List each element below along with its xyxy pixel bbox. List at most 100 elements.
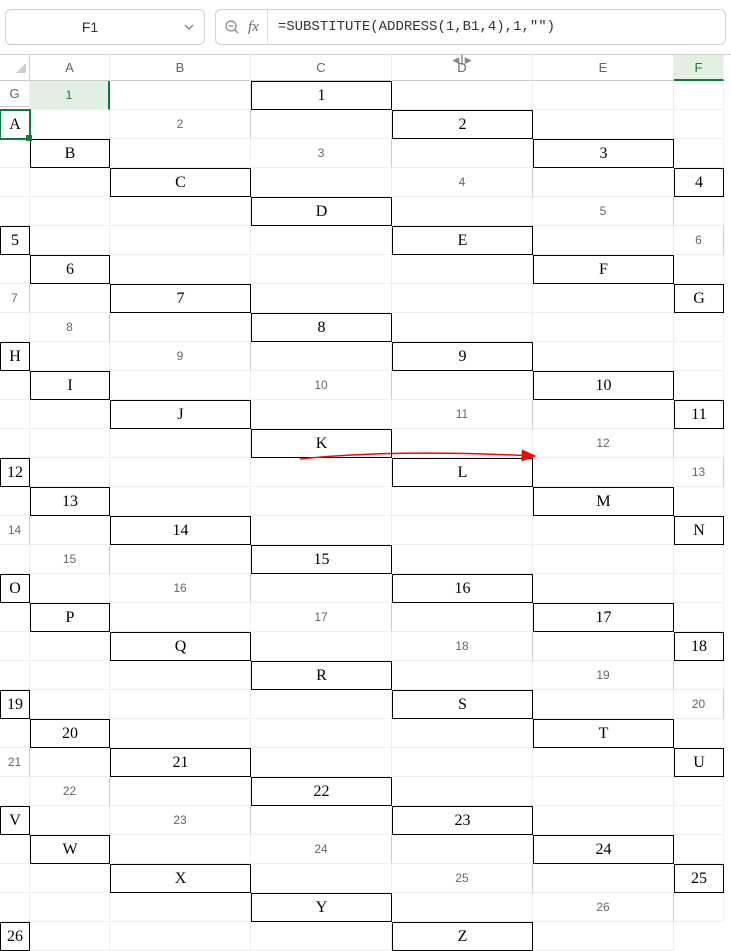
cell-D22[interactable] bbox=[533, 777, 674, 806]
column-header-C[interactable]: C bbox=[251, 55, 392, 81]
cell-D10[interactable] bbox=[0, 400, 30, 429]
cell-B25[interactable]: 25 bbox=[674, 864, 724, 893]
row-header-20[interactable]: 20 bbox=[674, 690, 724, 719]
cell-G13[interactable] bbox=[674, 487, 724, 516]
row-header-6[interactable]: 6 bbox=[674, 226, 724, 255]
cell-D7[interactable] bbox=[392, 284, 533, 313]
cell-A23[interactable] bbox=[251, 806, 392, 835]
cell-F9[interactable]: I bbox=[30, 371, 110, 400]
cell-C25[interactable] bbox=[0, 893, 30, 922]
cell-F20[interactable]: T bbox=[533, 719, 674, 748]
select-all-corner[interactable] bbox=[0, 55, 30, 81]
cell-C17[interactable] bbox=[674, 603, 724, 632]
cell-F2[interactable]: B bbox=[30, 139, 110, 168]
row-header-25[interactable]: 25 bbox=[392, 864, 533, 893]
cell-E8[interactable] bbox=[674, 313, 724, 342]
cell-D26[interactable] bbox=[110, 922, 251, 951]
cell-F4[interactable]: D bbox=[251, 197, 392, 226]
cell-D24[interactable] bbox=[0, 864, 30, 893]
cell-B16[interactable]: 16 bbox=[392, 574, 533, 603]
cell-B26[interactable]: 26 bbox=[0, 922, 30, 951]
row-header-7[interactable]: 7 bbox=[0, 284, 30, 313]
cell-B22[interactable]: 22 bbox=[251, 777, 392, 806]
cell-C18[interactable] bbox=[0, 661, 30, 690]
cell-B10[interactable]: 10 bbox=[533, 371, 674, 400]
cell-C16[interactable] bbox=[533, 574, 674, 603]
cell-B18[interactable]: 18 bbox=[674, 632, 724, 661]
cell-G16[interactable] bbox=[110, 603, 251, 632]
cell-E18[interactable] bbox=[110, 661, 251, 690]
cell-B19[interactable]: 19 bbox=[0, 690, 30, 719]
cell-B5[interactable]: 5 bbox=[0, 226, 30, 255]
cell-A11[interactable] bbox=[533, 400, 674, 429]
cell-F19[interactable]: S bbox=[392, 690, 533, 719]
cell-F15[interactable]: O bbox=[0, 574, 30, 603]
cell-D6[interactable] bbox=[251, 255, 392, 284]
cell-G17[interactable] bbox=[251, 632, 392, 661]
cell-G10[interactable] bbox=[251, 400, 392, 429]
cell-F6[interactable]: F bbox=[533, 255, 674, 284]
cell-F22[interactable]: V bbox=[0, 806, 30, 835]
cell-E20[interactable] bbox=[392, 719, 533, 748]
column-header-E[interactable]: E bbox=[533, 55, 674, 81]
cell-D23[interactable] bbox=[674, 806, 724, 835]
cell-C12[interactable] bbox=[30, 458, 110, 487]
cell-E26[interactable] bbox=[251, 922, 392, 951]
cell-A20[interactable] bbox=[0, 719, 30, 748]
cell-D21[interactable] bbox=[392, 748, 533, 777]
cell-G18[interactable] bbox=[392, 661, 533, 690]
cell-F18[interactable]: R bbox=[251, 661, 392, 690]
cell-E11[interactable] bbox=[110, 429, 251, 458]
cell-C14[interactable] bbox=[251, 516, 392, 545]
cell-C4[interactable] bbox=[0, 197, 30, 226]
cell-G9[interactable] bbox=[110, 371, 251, 400]
cell-E1[interactable] bbox=[674, 81, 724, 110]
cell-E21[interactable] bbox=[533, 748, 674, 777]
cell-A9[interactable] bbox=[251, 342, 392, 371]
cell-E14[interactable] bbox=[533, 516, 674, 545]
cell-D14[interactable] bbox=[392, 516, 533, 545]
cell-F26[interactable]: Z bbox=[392, 922, 533, 951]
row-header-16[interactable]: 16 bbox=[110, 574, 251, 603]
cell-D1[interactable] bbox=[533, 81, 674, 110]
row-header-3[interactable]: 3 bbox=[251, 139, 392, 168]
cell-D11[interactable] bbox=[30, 429, 110, 458]
cell-E17[interactable] bbox=[30, 632, 110, 661]
row-header-14[interactable]: 14 bbox=[0, 516, 30, 545]
cell-C8[interactable] bbox=[392, 313, 533, 342]
cell-E7[interactable] bbox=[533, 284, 674, 313]
cell-F16[interactable]: P bbox=[30, 603, 110, 632]
row-header-23[interactable]: 23 bbox=[110, 806, 251, 835]
cell-A19[interactable] bbox=[674, 661, 724, 690]
cell-F14[interactable]: N bbox=[674, 516, 724, 545]
cell-C6[interactable] bbox=[110, 255, 251, 284]
cell-F5[interactable]: E bbox=[392, 226, 533, 255]
cell-A8[interactable] bbox=[110, 313, 251, 342]
row-header-9[interactable]: 9 bbox=[110, 342, 251, 371]
cell-A13[interactable] bbox=[0, 487, 30, 516]
cell-C15[interactable] bbox=[392, 545, 533, 574]
cell-A25[interactable] bbox=[533, 864, 674, 893]
cell-G23[interactable] bbox=[110, 835, 251, 864]
cell-C22[interactable] bbox=[392, 777, 533, 806]
row-header-13[interactable]: 13 bbox=[674, 458, 724, 487]
cell-F7[interactable]: G bbox=[674, 284, 724, 313]
fx-icon[interactable]: fx bbox=[248, 19, 259, 36]
row-header-2[interactable]: 2 bbox=[110, 110, 251, 139]
cell-B21[interactable]: 21 bbox=[110, 748, 251, 777]
cell-A7[interactable] bbox=[30, 284, 110, 313]
row-header-1[interactable]: 1 bbox=[30, 81, 110, 110]
row-header-10[interactable]: 10 bbox=[251, 371, 392, 400]
cell-F21[interactable]: U bbox=[674, 748, 724, 777]
cell-C5[interactable] bbox=[30, 226, 110, 255]
row-header-15[interactable]: 15 bbox=[30, 545, 110, 574]
column-header-F[interactable]: F bbox=[674, 55, 724, 81]
column-header-D[interactable]: D◀┃▶ bbox=[392, 55, 533, 81]
cell-F10[interactable]: J bbox=[110, 400, 251, 429]
cell-D16[interactable] bbox=[674, 574, 724, 603]
column-header-A[interactable]: A bbox=[30, 55, 110, 81]
cell-D20[interactable] bbox=[251, 719, 392, 748]
cell-G8[interactable] bbox=[30, 342, 110, 371]
cell-G2[interactable] bbox=[110, 139, 251, 168]
cell-E16[interactable] bbox=[0, 603, 30, 632]
